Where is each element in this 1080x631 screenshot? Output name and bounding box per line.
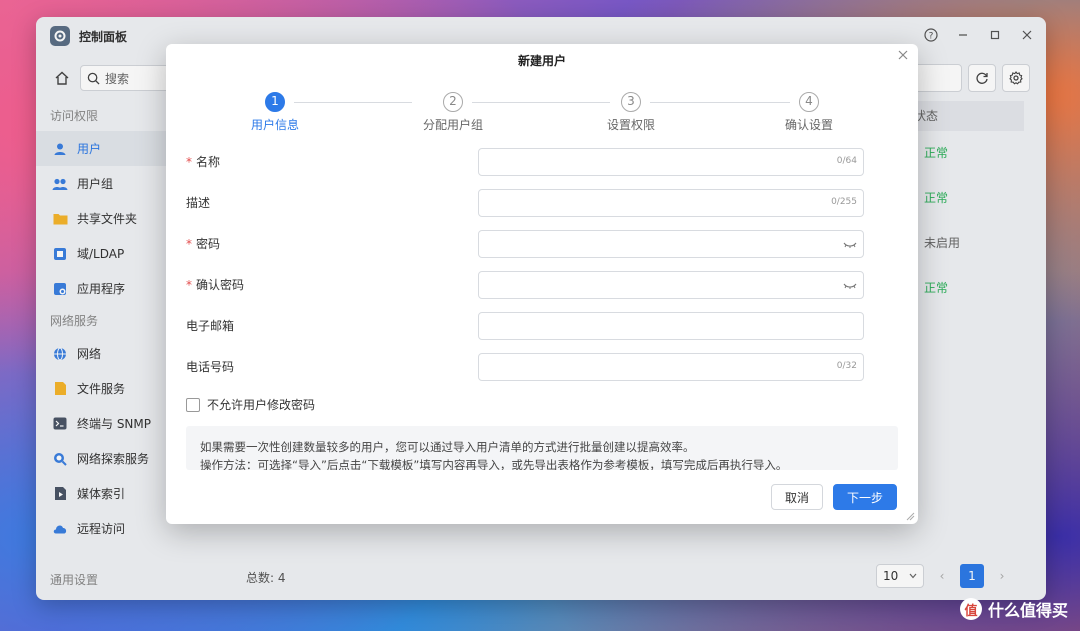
form-row-phone: 电话号码 0/32 [186,353,866,381]
field-label-text: 确认密码 [196,278,245,292]
form-row-name: * 名称 0/64 [186,148,866,176]
cancel-button[interactable]: 取消 [771,484,823,510]
step-label: 分配用户组 [422,118,483,132]
password-input[interactable] [478,230,864,258]
name-input[interactable]: 0/64 [478,148,864,176]
eye-closed-icon[interactable] [843,280,857,292]
site-watermark: 值 什么值得买 [959,597,1068,621]
watermark-logo: 值 [959,598,982,620]
step-number: 4 [799,92,819,112]
info-text: 操作方法：可选择“导入”后点击“下载模板”填写内容再导入，或先导出表格作为参考模… [200,458,788,470]
step-number: 2 [443,92,463,112]
eye-closed-icon[interactable] [843,239,857,251]
required-asterisk: * [186,278,192,292]
step-number: 1 [265,92,285,112]
form-row-confirm-password: * 确认密码 [186,271,866,299]
char-counter: 0/255 [831,197,857,207]
new-user-dialog: 新建用户 1 用户信息 2 分配用户组 3 设置权限 4 确认设置 * 名称 0/… [166,44,918,524]
checkbox-label: 不允许用户修改密码 [207,398,316,412]
field-label: * 名称 [186,153,220,170]
form-row-password: * 密码 [186,230,866,258]
char-counter: 0/64 [836,156,857,166]
form-row-description: 描述 0/255 [186,189,866,217]
field-label: * 密码 [186,235,220,252]
required-asterisk: * [186,155,192,169]
disallow-password-change-checkbox[interactable] [186,397,200,412]
phone-input[interactable]: 0/32 [478,353,864,381]
next-step-button[interactable]: 下一步 [833,484,897,510]
step-assign-group: 2 分配用户组 [403,92,503,133]
step-number: 3 [621,92,641,112]
field-label-text: 名称 [196,155,221,169]
step-permissions: 3 设置权限 [581,92,681,133]
confirm-password-input[interactable] [478,271,864,299]
required-asterisk: * [186,237,192,251]
step-user-info: 1 用户信息 [225,92,325,133]
close-dialog-icon[interactable] [898,46,908,64]
step-label: 设置权限 [606,118,655,132]
watermark-text: 什么值得买 [987,601,1068,620]
resize-grip-icon[interactable] [905,511,915,521]
email-input[interactable] [478,312,864,340]
field-label: 电话号码 [186,360,235,374]
field-label-text: 密码 [196,237,221,251]
disallow-password-change-option[interactable]: 不允许用户修改密码 [186,396,315,413]
step-label: 确认设置 [784,118,833,132]
char-counter: 0/32 [836,361,857,371]
wizard-steps: 1 用户信息 2 分配用户组 3 设置权限 4 确认设置 [222,92,852,132]
bulk-import-info-box: 如果需要一次性创建数量较多的用户，您可以通过导入用户清单的方式进行批量创建以提高… [186,426,898,470]
description-input[interactable]: 0/255 [478,189,864,217]
info-text: 如果需要一次性创建数量较多的用户，您可以通过导入用户清单的方式进行批量创建以提高… [200,440,695,454]
step-confirm: 4 确认设置 [759,92,859,133]
dialog-title: 新建用户 [517,54,566,68]
field-label: 电子邮箱 [186,319,235,333]
field-label: * 确认密码 [186,276,244,293]
field-label: 描述 [186,196,211,210]
form-row-email: 电子邮箱 [186,312,866,340]
step-label: 用户信息 [250,118,299,132]
